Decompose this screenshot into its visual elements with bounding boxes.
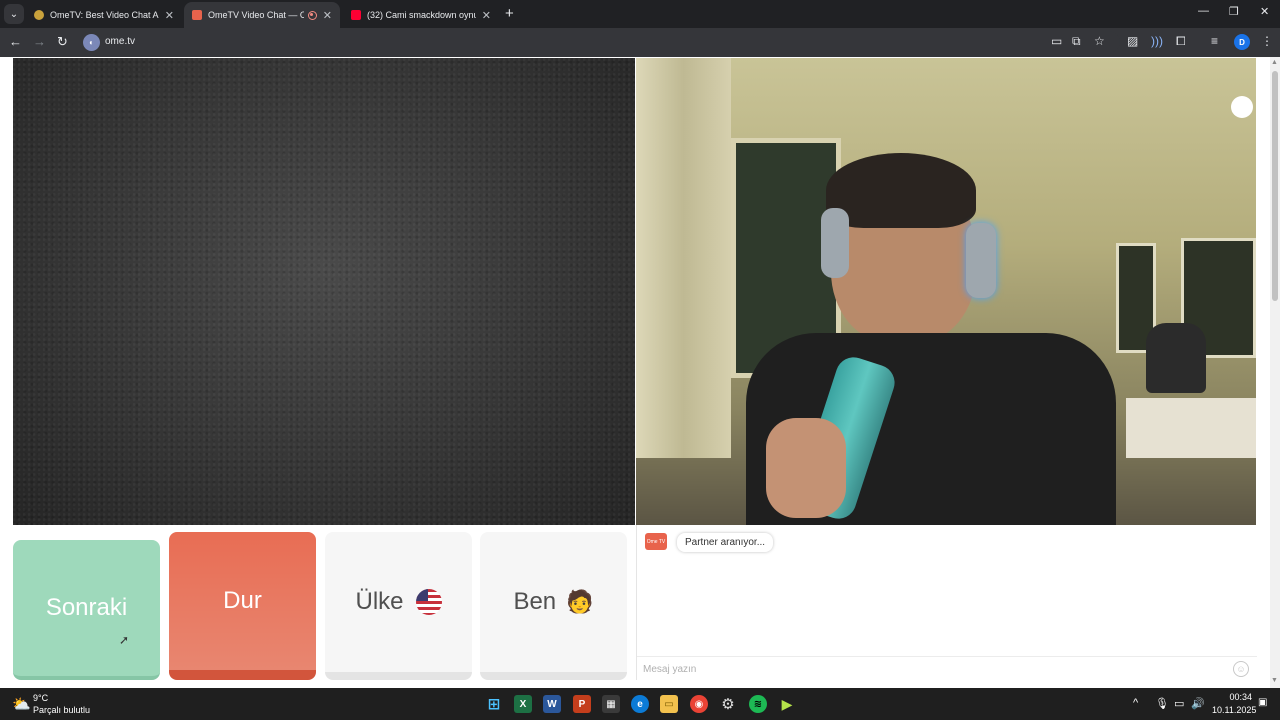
tab-title: OmeTV Video Chat — Ome bbox=[208, 10, 304, 20]
word-icon[interactable]: W bbox=[543, 695, 561, 713]
tab-youtube[interactable]: (32) Cami smackdown oynuyan ✕ bbox=[343, 2, 499, 28]
address-bar[interactable]: ◐ ome.tv bbox=[80, 31, 1120, 53]
bookmark-star-icon[interactable]: ☆ bbox=[1094, 34, 1105, 48]
next-button[interactable]: Sonraki bbox=[13, 540, 160, 680]
ometv-watermark-icon bbox=[1231, 96, 1253, 118]
country-button-label: Ülke bbox=[355, 588, 404, 615]
network-icon[interactable]: ▭ bbox=[1174, 697, 1184, 710]
tab-ometv-chat[interactable]: OmeTV Video Chat — Ome ✕ bbox=[184, 2, 340, 28]
browser-menu-icon[interactable]: ⋮ bbox=[1261, 34, 1273, 48]
windows-taskbar: ⛅ 9°C Parçalı bulutlu ⊞ X W P ▦ e ▭ ◉ ⚙ … bbox=[0, 688, 1280, 720]
boy-face-icon: 🧑 bbox=[566, 589, 594, 614]
file-explorer-icon[interactable]: ▭ bbox=[660, 695, 678, 713]
extension-icon[interactable]: ▨ bbox=[1127, 34, 1138, 48]
new-tab-icon[interactable]: + bbox=[505, 5, 514, 22]
windows-start-icon[interactable]: ⊞ bbox=[485, 695, 503, 713]
translate-icon[interactable]: ⧉ bbox=[1072, 34, 1081, 49]
tab-close-icon[interactable]: ✕ bbox=[482, 9, 491, 22]
self-camera-video bbox=[636, 58, 1256, 525]
curtain-shape bbox=[636, 58, 731, 458]
forward-icon[interactable]: → bbox=[33, 34, 46, 49]
youtube-favicon bbox=[351, 10, 361, 20]
site-info-icon[interactable]: ◐ bbox=[83, 34, 100, 51]
stop-button-label: Dur bbox=[223, 587, 262, 614]
country-button[interactable]: Ülke bbox=[325, 532, 472, 680]
restore-icon[interactable]: ❐ bbox=[1229, 5, 1239, 18]
volume-icon[interactable]: 🔊 bbox=[1191, 697, 1205, 710]
recording-icon bbox=[307, 10, 317, 20]
tab-ometv-home[interactable]: OmeTV: Best Video Chat Altern ✕ bbox=[26, 2, 182, 28]
minimize-icon[interactable]: — bbox=[1198, 5, 1209, 17]
close-window-icon[interactable]: ✕ bbox=[1260, 5, 1269, 18]
chrome-icon[interactable]: ◉ bbox=[690, 695, 708, 713]
reload-icon[interactable]: ↻ bbox=[57, 34, 68, 50]
partly-cloudy-icon[interactable]: ⛅ bbox=[12, 695, 31, 713]
profile-avatar[interactable]: D bbox=[1234, 34, 1250, 50]
ometv-favicon bbox=[192, 10, 202, 20]
browser-toolbar: ← → ↻ ◐ ome.tv ▭ ⧉ ☆ ▨ ))) ⧠ ≡ D ⋮ bbox=[0, 28, 1280, 57]
weather-temperature[interactable]: 9°C bbox=[33, 693, 48, 703]
notification-icon[interactable]: ▣ bbox=[1258, 697, 1267, 708]
reading-list-icon[interactable]: ≡ bbox=[1211, 34, 1218, 48]
excel-icon[interactable]: X bbox=[514, 695, 532, 713]
message-input[interactable] bbox=[643, 661, 1223, 677]
scroll-thumb[interactable] bbox=[1272, 71, 1278, 301]
headphone-shape bbox=[821, 208, 849, 278]
static-noise bbox=[13, 58, 635, 525]
gender-button[interactable]: Ben 🧑 bbox=[480, 532, 627, 680]
clock-time[interactable]: 00:34 bbox=[1228, 692, 1252, 702]
cast-icon[interactable]: ▭ bbox=[1051, 34, 1062, 48]
store-icon[interactable]: ▦ bbox=[602, 695, 620, 713]
tray-overflow-chevron-icon[interactable]: ^ bbox=[1133, 697, 1138, 709]
tab-close-icon[interactable]: ✕ bbox=[165, 9, 174, 22]
tab-title: OmeTV: Best Video Chat Altern bbox=[50, 10, 159, 20]
partner-video bbox=[13, 58, 635, 525]
us-flag-icon bbox=[415, 589, 442, 615]
microphone-icon[interactable]: 🎙 bbox=[1155, 697, 1169, 710]
edge-icon[interactable]: e bbox=[631, 695, 649, 713]
table-shape bbox=[1126, 398, 1256, 458]
game-launcher-icon[interactable]: ▶ bbox=[778, 695, 796, 713]
spotify-icon[interactable]: ≋ bbox=[749, 695, 767, 713]
status-message: Partner aranıyor... bbox=[677, 533, 774, 552]
powerpoint-icon[interactable]: P bbox=[573, 695, 591, 713]
extensions-puzzle-icon[interactable]: ⧠ bbox=[1176, 34, 1186, 49]
background-person-shape bbox=[1146, 323, 1206, 393]
audio-extension-icon[interactable]: ))) bbox=[1151, 34, 1163, 48]
message-input-row: ☺ bbox=[637, 656, 1257, 680]
emoji-icon[interactable]: ☺ bbox=[1233, 661, 1249, 677]
person-hand-shape bbox=[766, 418, 846, 518]
weather-description[interactable]: Parçalı bulutlu bbox=[33, 705, 90, 715]
next-button-label: Sonraki bbox=[45, 594, 128, 621]
clock-date[interactable]: 10.11.2025 bbox=[1212, 705, 1256, 715]
headphone-shape bbox=[966, 223, 996, 298]
stop-button[interactable]: Dur bbox=[169, 532, 316, 680]
back-icon[interactable]: ← bbox=[9, 34, 22, 49]
scroll-up-icon[interactable]: ▲ bbox=[1271, 59, 1278, 66]
page-scrollbar[interactable]: ▲ ▼ bbox=[1270, 57, 1280, 688]
scroll-down-icon[interactable]: ▼ bbox=[1271, 677, 1278, 684]
tab-search-chevron-icon[interactable]: ⌄ bbox=[4, 4, 24, 24]
browser-tab-bar: ⌄ OmeTV: Best Video Chat Altern ✕ OmeTV … bbox=[0, 0, 1280, 28]
tab-close-icon[interactable]: ✕ bbox=[323, 9, 332, 22]
ometv-favicon bbox=[34, 10, 44, 20]
gender-button-label: Ben bbox=[513, 588, 557, 615]
tab-title: (32) Cami smackdown oynuyan bbox=[367, 10, 476, 20]
steam-icon[interactable]: ⚙ bbox=[719, 695, 737, 713]
chat-panel: Ome TV Partner aranıyor... ☺ bbox=[636, 525, 1257, 680]
url-text: ome.tv bbox=[105, 36, 136, 47]
mouse-cursor-icon: ➚ bbox=[119, 633, 130, 647]
ometv-page: Sonraki Dur Ülke Ben 🧑 ➚ Ome TV Partner … bbox=[0, 57, 1280, 688]
ometv-logo-icon: Ome TV bbox=[645, 533, 667, 550]
